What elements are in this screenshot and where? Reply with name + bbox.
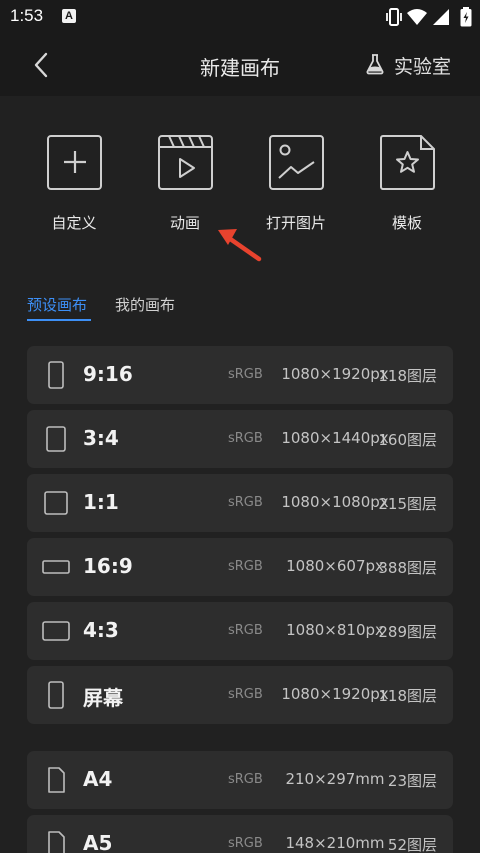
custom-label: 自定义	[51, 214, 97, 232]
preset-row-3-4[interactable]: 3:4 sRGB 1080×1440px 160图层	[27, 410, 453, 468]
preset-size: 210×297mm	[285, 770, 385, 788]
plus-icon	[47, 135, 102, 190]
preset-colorspace: sRGB	[228, 559, 263, 574]
animation-button[interactable]: 动画	[145, 133, 225, 238]
vibrate-icon	[386, 8, 402, 26]
tab-preset-canvas[interactable]: 预设画布	[27, 294, 87, 315]
document-icon	[48, 831, 65, 853]
clapperboard-play-icon	[158, 135, 213, 190]
landscape-wide-icon	[42, 560, 70, 574]
template-label: 模板	[391, 214, 422, 232]
lab-button[interactable]: 实验室	[364, 52, 454, 78]
preset-name: 16:9	[83, 554, 133, 578]
status-bar: 1:53 A	[0, 0, 480, 34]
flask-icon	[366, 54, 384, 75]
tab-my-canvas[interactable]: 我的画布	[115, 294, 175, 315]
preset-layers: 23图层	[387, 772, 437, 790]
preset-colorspace: sRGB	[228, 623, 263, 638]
image-icon	[269, 135, 324, 190]
preset-name: A4	[83, 767, 113, 791]
preset-layers: 52图层	[387, 836, 437, 853]
preset-layers: 289图层	[378, 623, 437, 641]
preset-name: 3:4	[83, 426, 119, 450]
annotation-arrow-icon	[218, 229, 262, 262]
template-star-icon	[380, 135, 435, 190]
document-icon	[48, 767, 65, 793]
notification-icon: A	[62, 9, 76, 23]
preset-colorspace: sRGB	[228, 367, 263, 382]
preset-colorspace: sRGB	[228, 495, 263, 510]
status-time: 1:53	[10, 6, 44, 25]
preset-size: 148×210mm	[285, 834, 385, 852]
open-image-button[interactable]: 打开图片	[256, 133, 336, 238]
preset-layers: 118图层	[378, 687, 437, 705]
portrait-icon	[46, 426, 66, 452]
lab-label: 实验室	[394, 56, 452, 78]
battery-icon	[460, 7, 472, 27]
preset-row-1-1[interactable]: 1:1 sRGB 1080×1080px 215图层	[27, 474, 453, 532]
signal-icon	[433, 9, 449, 25]
square-icon	[44, 491, 68, 515]
preset-layers: 118图层	[378, 367, 437, 385]
preset-name: 9:16	[83, 362, 133, 386]
phone-screen-icon	[48, 681, 64, 709]
preset-name: 1:1	[83, 490, 119, 514]
portrait-tall-icon	[48, 361, 64, 389]
preset-row-a5[interactable]: A5 sRGB 148×210mm 52图层	[27, 815, 453, 853]
preset-row-9-16[interactable]: 9:16 sRGB 1080×1920px 118图层	[27, 346, 453, 404]
template-button[interactable]: 模板	[367, 133, 447, 238]
landscape-icon	[42, 621, 70, 641]
preset-colorspace: sRGB	[228, 836, 263, 851]
open-image-label: 打开图片	[265, 214, 326, 232]
preset-name: A5	[83, 831, 113, 853]
preset-name: 屏幕	[83, 686, 123, 710]
preset-row-screen[interactable]: 屏幕 sRGB 1080×1920px 118图层	[27, 666, 453, 724]
preset-row-a4[interactable]: A4 sRGB 210×297mm 23图层	[27, 751, 453, 809]
preset-layers: 215图层	[378, 495, 437, 513]
preset-colorspace: sRGB	[228, 431, 263, 446]
animation-label: 动画	[169, 214, 200, 232]
preset-row-16-9[interactable]: 16:9 sRGB 1080×607px 388图层	[27, 538, 453, 596]
preset-layers: 160图层	[378, 431, 437, 449]
preset-layers: 388图层	[378, 559, 437, 577]
preset-colorspace: sRGB	[228, 772, 263, 787]
preset-colorspace: sRGB	[228, 687, 263, 702]
wifi-icon	[407, 9, 427, 25]
active-tab-indicator	[27, 319, 91, 321]
preset-name: 4:3	[83, 618, 119, 642]
custom-canvas-button[interactable]: 自定义	[34, 133, 114, 238]
preset-row-4-3[interactable]: 4:3 sRGB 1080×810px 289图层	[27, 602, 453, 660]
app-header: 新建画布 实验室	[0, 34, 480, 96]
